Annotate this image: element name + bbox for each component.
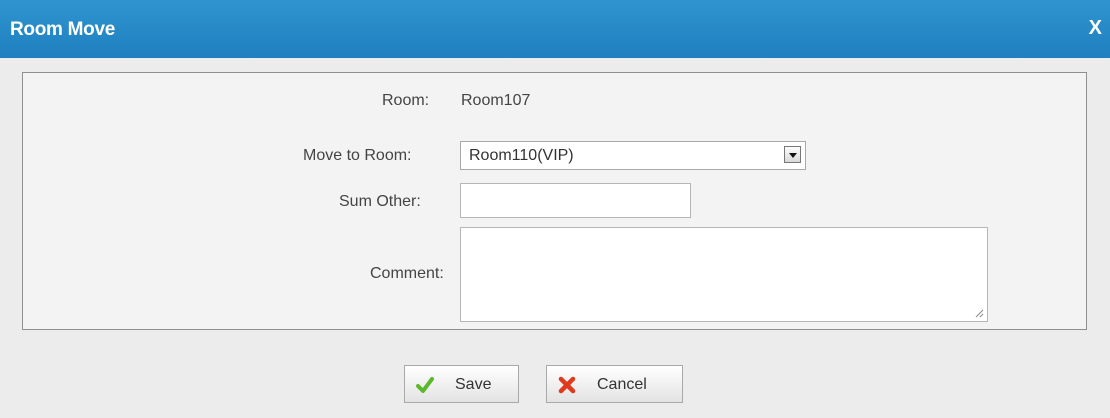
dialog-title: Room Move bbox=[10, 19, 115, 40]
room-label: Room: bbox=[382, 92, 430, 109]
x-cross-icon bbox=[558, 376, 576, 394]
room-value: Room107 bbox=[461, 92, 531, 109]
close-button[interactable]: X bbox=[1089, 18, 1102, 38]
save-button-label: Save bbox=[455, 376, 492, 393]
comment-textarea[interactable] bbox=[460, 227, 988, 322]
move-to-room-select[interactable]: Room110(VIP) bbox=[460, 141, 806, 170]
triangle-down-icon bbox=[789, 153, 797, 158]
cancel-button[interactable]: Cancel bbox=[546, 365, 683, 403]
checkmark-icon bbox=[416, 377, 434, 393]
move-to-room-label: Move to Room: bbox=[303, 147, 412, 164]
resize-grip-icon[interactable] bbox=[975, 309, 984, 318]
sum-other-label: Sum Other: bbox=[339, 193, 421, 210]
room-move-dialog: Room Move X Room: Room107 Move to Room: … bbox=[0, 0, 1110, 418]
comment-label: Comment: bbox=[370, 265, 444, 282]
dialog-titlebar: Room Move X bbox=[0, 0, 1110, 58]
save-button[interactable]: Save bbox=[404, 365, 519, 403]
cancel-button-label: Cancel bbox=[597, 376, 647, 393]
sum-other-input[interactable] bbox=[460, 183, 691, 218]
dropdown-arrow-button[interactable] bbox=[784, 146, 801, 163]
move-to-room-selected-value: Room110(VIP) bbox=[469, 147, 574, 164]
